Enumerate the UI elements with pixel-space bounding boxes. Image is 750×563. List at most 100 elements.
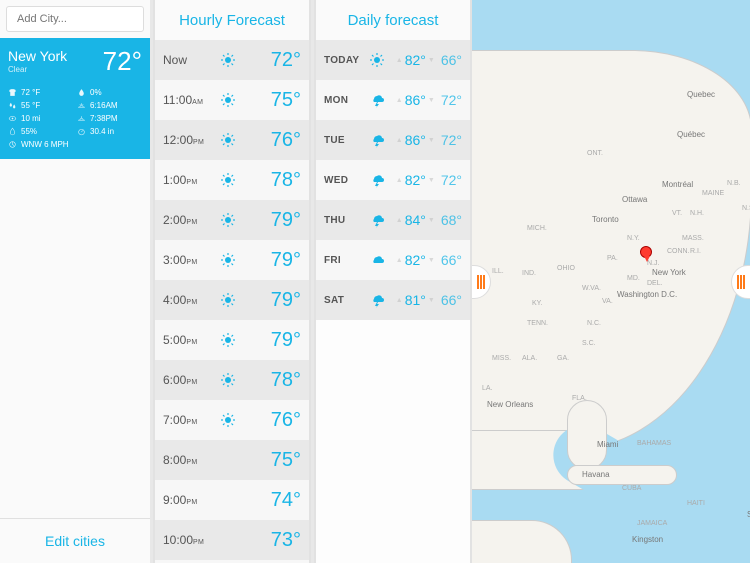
hour-time: Now: [163, 53, 217, 67]
hour-temp: 72°: [239, 49, 301, 72]
hour-temp: 76°: [239, 129, 301, 152]
day-name: MON: [324, 95, 366, 106]
hour-time: 5:00PM: [163, 333, 217, 347]
hour-temp: 75°: [239, 89, 301, 112]
day-high: 86°: [405, 92, 426, 108]
cloud-icon: [369, 252, 385, 268]
map-pin: [640, 246, 652, 258]
chevron-down-icon: ▼: [428, 217, 435, 224]
hour-time: 10:00PM: [163, 533, 217, 547]
hour-temp: 79°: [239, 329, 301, 352]
hourly-row: 5:00PM 79°: [155, 320, 309, 360]
map-label: Ottawa: [622, 195, 647, 204]
hour-time: 3:00PM: [163, 253, 217, 267]
map-label: GA.: [557, 355, 569, 362]
add-city-search[interactable]: [6, 6, 144, 32]
hourly-row: 4:00PM 79°: [155, 280, 309, 320]
map-label: Miami: [597, 440, 618, 449]
hourly-row: 6:00PM 78°: [155, 360, 309, 400]
hour-temp: 79°: [239, 289, 301, 312]
map-label: S.C.: [582, 340, 596, 347]
daily-row: TUE ▲86° ▼72°: [316, 120, 470, 160]
day-low: 72°: [441, 92, 462, 108]
hour-time: 7:00PM: [163, 413, 217, 427]
map-label: JAMAICA: [637, 520, 667, 527]
day-low: 66°: [441, 292, 462, 308]
hour-time: 11:00AM: [163, 93, 217, 107]
map-label: OHIO: [557, 265, 575, 272]
selected-city-card[interactable]: New York Clear 72°: [0, 38, 150, 82]
daily-row: TODAY ▲82° ▼66°: [316, 40, 470, 80]
chevron-up-icon: ▲: [396, 137, 403, 144]
daily-title: Daily forecast: [316, 0, 470, 40]
hour-time: 12:00PM: [163, 133, 217, 147]
day-name: TUE: [324, 135, 366, 146]
sunrise-icon: [77, 101, 86, 110]
moon-icon: [220, 492, 236, 508]
chevron-down-icon: ▼: [428, 257, 435, 264]
hourly-row: 2:00PM 79°: [155, 200, 309, 240]
sun-icon: [220, 412, 236, 428]
daily-forecast-column: Daily forecast TODAY ▲82° ▼66° MON ▲86° …: [314, 0, 472, 563]
weather-map[interactable]: QuebecQuébecONT.OttawaMontréalTorontoMAI…: [472, 0, 750, 563]
city-stats: 72 °F 0% 55 °F 6:16AM 10 mi 7:38PM 55% 3…: [0, 82, 150, 159]
map-label: Québec: [677, 130, 705, 139]
stat-pressure: 30.4 in: [77, 127, 142, 136]
chevron-down-icon: ▼: [428, 177, 435, 184]
map-label: Kingston: [632, 535, 663, 544]
map-label: Toronto: [592, 215, 619, 224]
sun-icon: [220, 212, 236, 228]
hour-temp: 79°: [239, 249, 301, 272]
map-label: CUBA: [622, 485, 641, 492]
hour-time: 8:00PM: [163, 453, 217, 467]
storm-icon: [369, 92, 385, 108]
sun-icon: [220, 372, 236, 388]
hourly-list[interactable]: Now 72°11:00AM 75°12:00PM 76°1:00PM 78°2…: [155, 40, 309, 563]
storm-icon: [369, 292, 385, 308]
day-name: SAT: [324, 295, 366, 306]
map-label: Washington D.C.: [617, 290, 677, 299]
chevron-up-icon: ▲: [396, 97, 403, 104]
daily-list[interactable]: TODAY ▲82° ▼66° MON ▲86° ▼72° TUE ▲86° ▼…: [316, 40, 470, 563]
sun-icon: [220, 92, 236, 108]
moon-icon: [220, 452, 236, 468]
hour-time: 2:00PM: [163, 213, 217, 227]
day-low: 68°: [441, 212, 462, 228]
add-city-input[interactable]: [17, 13, 159, 25]
chevron-down-icon: ▼: [428, 297, 435, 304]
daily-row: MON ▲86° ▼72°: [316, 80, 470, 120]
hourly-row: Now 72°: [155, 40, 309, 80]
daily-row: WED ▲82° ▼72°: [316, 160, 470, 200]
hour-time: 6:00PM: [163, 373, 217, 387]
daily-row: SAT ▲81° ▼66°: [316, 280, 470, 320]
map-label: W.VA.: [582, 285, 601, 292]
map-label: KY.: [532, 300, 542, 307]
chevron-down-icon: ▼: [428, 137, 435, 144]
hour-time: 9:00PM: [163, 493, 217, 507]
hour-temp: 75°: [239, 449, 301, 472]
edit-cities-button[interactable]: Edit cities: [0, 518, 150, 563]
sun-icon: [220, 132, 236, 148]
daily-row: FRI ▲82° ▼66°: [316, 240, 470, 280]
map-label: CONN.: [667, 248, 690, 255]
hour-temp: 73°: [239, 529, 301, 552]
map-label: HAITI: [687, 500, 705, 507]
stat-wind: WNW 6 MPH: [8, 140, 142, 149]
stat-feels-like: 72 °F: [8, 88, 73, 97]
storm-icon: [369, 172, 385, 188]
hour-temp: 74°: [239, 489, 301, 512]
hourly-row: 1:00PM 78°: [155, 160, 309, 200]
hourly-row: 12:00PM 76°: [155, 120, 309, 160]
day-high: 86°: [405, 132, 426, 148]
gauge-icon: [77, 127, 86, 136]
hour-temp: 78°: [239, 169, 301, 192]
city-condition: Clear: [8, 65, 67, 74]
chevron-up-icon: ▲: [396, 57, 403, 64]
day-low: 72°: [441, 172, 462, 188]
day-low: 66°: [441, 52, 462, 68]
chevron-up-icon: ▲: [396, 177, 403, 184]
hourly-title: Hourly Forecast: [155, 0, 309, 40]
map-label: VT.: [672, 210, 682, 217]
day-high: 82°: [405, 52, 426, 68]
map-label: MICH.: [527, 225, 547, 232]
